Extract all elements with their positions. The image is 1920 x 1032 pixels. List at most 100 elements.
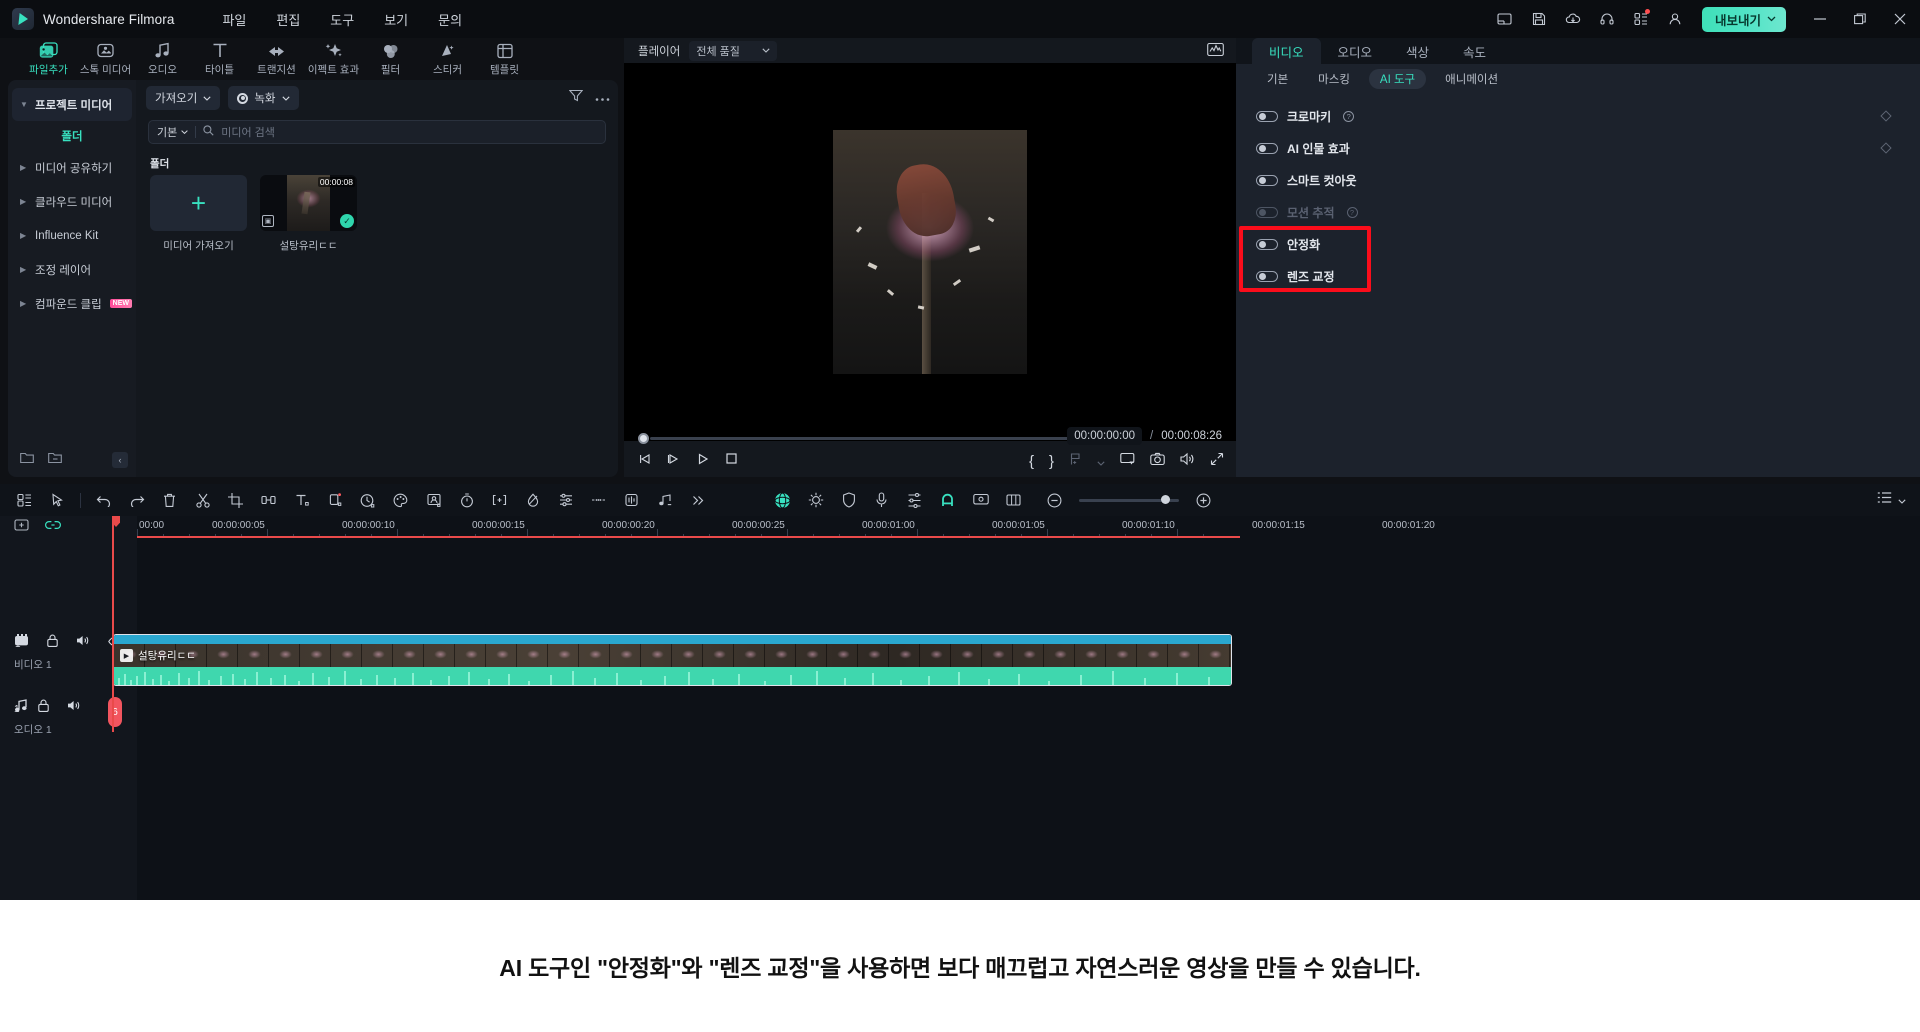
audio-mixer-icon[interactable] (898, 484, 931, 516)
zoom-out-icon[interactable] (1038, 484, 1071, 516)
delete-icon[interactable] (153, 484, 186, 516)
account-icon[interactable] (1658, 0, 1692, 38)
tool-tab-sticker[interactable]: 스티커 (419, 38, 476, 77)
delete-folder-icon[interactable] (48, 451, 62, 469)
sidebar-item-share-media[interactable]: ▶ 미디어 공유하기 (12, 151, 132, 184)
record-button[interactable]: 녹화 (228, 86, 299, 110)
add-track-icon[interactable] (14, 518, 29, 537)
subtab-basic[interactable]: 기본 (1256, 69, 1299, 89)
tool-tab-transition[interactable]: 트랜지션 (248, 38, 305, 77)
waveform-scope-icon[interactable] (1207, 42, 1224, 62)
split-scissors-icon[interactable] (186, 484, 219, 516)
tool-tab-template[interactable]: 템플릿 (476, 38, 533, 77)
subtab-animation[interactable]: 애니메이션 (1434, 69, 1509, 89)
speed-clock-icon[interactable] (351, 484, 384, 516)
seek-track[interactable] (650, 436, 1072, 440)
panel-layout-icon[interactable] (1488, 0, 1522, 38)
sidebar-item-influence-kit[interactable]: ▶ Influence Kit (12, 219, 132, 252)
marker-bracket-icon[interactable] (483, 484, 516, 516)
record-screen-icon[interactable] (964, 484, 997, 516)
volume-icon[interactable] (1180, 452, 1195, 471)
mute-icon[interactable] (76, 634, 90, 652)
maximize-button[interactable] (1840, 0, 1880, 38)
play-icon[interactable] (696, 452, 710, 471)
sidebar-item-project-media[interactable]: ▼ 프로젝트 미디어 (12, 88, 132, 121)
crop-icon[interactable] (219, 484, 252, 516)
color-palette-icon[interactable] (384, 484, 417, 516)
tool-tab-audio[interactable]: 오디오 (134, 38, 191, 77)
timeline-ruler[interactable]: 00:00 00:00:00:05 00:00:00:10 00:00:00:1… (137, 516, 1920, 538)
ai-tool-row-smart-cutout[interactable]: 스마트 컷아웃 (1236, 164, 1920, 196)
help-icon[interactable]: ? (1343, 110, 1355, 122)
sort-dropdown[interactable]: 기본 (157, 124, 188, 140)
tool-tab-title[interactable]: 타이틀 (191, 38, 248, 77)
chevron-down-icon[interactable] (1898, 491, 1906, 509)
mask-drop-icon[interactable] (516, 484, 549, 516)
selection-tool-icon[interactable] (41, 484, 74, 516)
snapshot-icon[interactable] (1150, 452, 1165, 471)
quality-dropdown[interactable]: 전체 품질 (689, 40, 777, 61)
apps-grid-icon[interactable] (1624, 0, 1658, 38)
ai-tool-row-ai-portrait[interactable]: AI 인물 효과 (1236, 132, 1920, 164)
tab-audio[interactable]: 오디오 (1321, 38, 1390, 64)
media-clip-cell[interactable]: 00:00:08 ▣ ✓ 설탕유리ㄷㄷ (260, 175, 357, 253)
lock-icon[interactable] (37, 699, 49, 717)
collapse-sidebar-button[interactable]: ‹ (112, 452, 128, 468)
ai-tool-row-chromakey[interactable]: 크로마키 ? (1236, 100, 1920, 132)
seek-handle[interactable] (638, 432, 649, 444)
mute-icon[interactable] (67, 699, 81, 717)
grid-view-icon[interactable] (8, 484, 41, 516)
auto-enhance-icon[interactable] (799, 484, 832, 516)
beat-sync-icon[interactable] (648, 484, 681, 516)
sidebar-item-folder[interactable]: 폴더 (12, 122, 132, 150)
playhead-line[interactable] (112, 516, 114, 732)
media-search-bar[interactable]: 기본 미디어 검색 (148, 120, 606, 144)
timeline-clip[interactable]: ▶ 설탕유리ㄷㄷ (113, 634, 1232, 686)
lock-icon[interactable] (47, 634, 58, 652)
minimize-button[interactable] (1800, 0, 1840, 38)
tool-tab-add-file[interactable]: 파일추가 (20, 38, 77, 77)
list-view-icon[interactable] (1877, 491, 1892, 509)
ai-tool-row-lens-correction[interactable]: 렌즈 교정 (1236, 260, 1920, 292)
undo-icon[interactable] (87, 484, 120, 516)
close-button[interactable] (1880, 0, 1920, 38)
toggle-stabilization[interactable] (1256, 238, 1278, 250)
keyframe-diamond-icon[interactable] (1880, 110, 1892, 122)
tool-tab-effects[interactable]: 이펙트 효과 (305, 38, 362, 77)
mark-out-icon[interactable]: } (1049, 454, 1054, 469)
render-preview-icon[interactable] (1120, 452, 1135, 471)
text-tool-icon[interactable] (285, 484, 318, 516)
zoom-slider[interactable] (1079, 495, 1179, 504)
sidebar-item-compound-clip[interactable]: ▶ 컴파운드 클립 NEW (12, 287, 133, 320)
prev-frame-icon[interactable] (638, 452, 652, 471)
cloud-upload-icon[interactable] (1556, 0, 1590, 38)
preview-video-frame[interactable] (833, 130, 1027, 374)
audio-wave-icon[interactable] (615, 484, 648, 516)
search-input[interactable]: 미디어 검색 (221, 124, 275, 140)
adjust-sliders-icon[interactable] (549, 484, 582, 516)
tab-color[interactable]: 색상 (1389, 38, 1446, 64)
more-chevrons-icon[interactable] (681, 484, 714, 516)
save-icon[interactable] (1522, 0, 1556, 38)
ai-sphere-icon[interactable] (766, 484, 799, 516)
keyframe-box-icon[interactable] (318, 484, 351, 516)
subtab-masking[interactable]: 마스킹 (1307, 69, 1361, 89)
media-thumbnail[interactable]: 00:00:08 ▣ ✓ (260, 175, 357, 231)
toggle-chromakey[interactable] (1256, 110, 1278, 122)
stopwatch-icon[interactable] (450, 484, 483, 516)
export-button[interactable]: 내보내기 (1701, 6, 1786, 32)
green-screen-icon[interactable] (417, 484, 450, 516)
import-tile[interactable]: + (150, 175, 247, 231)
toggle-ai-portrait[interactable] (1256, 142, 1278, 154)
more-horizontal-icon[interactable] (595, 89, 610, 107)
magnet-snap-icon[interactable] (931, 484, 964, 516)
tool-tab-stock-media[interactable]: 스톡 미디어 (77, 38, 134, 77)
new-folder-icon[interactable] (20, 451, 34, 469)
tool-tab-filter[interactable]: 필터 (362, 38, 419, 77)
import-button[interactable]: 가져오기 (146, 86, 221, 110)
toggle-lens-correction[interactable] (1256, 270, 1278, 282)
audio-track-marker[interactable]: 6 (108, 697, 122, 727)
silence-detect-icon[interactable] (582, 484, 615, 516)
subtab-ai-tools[interactable]: AI 도구 (1368, 69, 1427, 89)
zoom-in-icon[interactable] (1187, 484, 1220, 516)
